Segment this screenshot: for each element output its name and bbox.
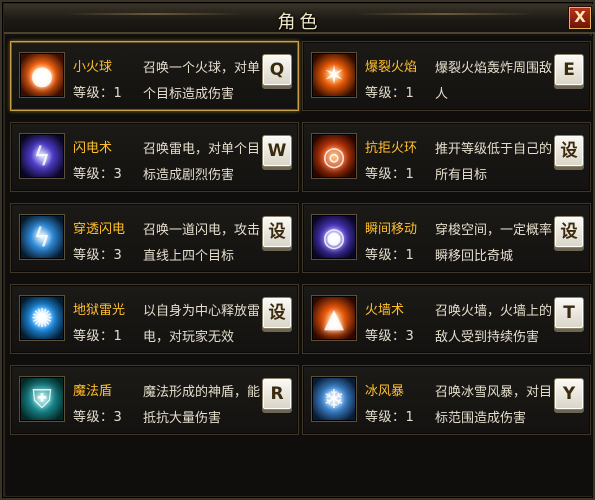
skill-level: 等级：1	[73, 86, 123, 101]
skill-description: 穿梭空间，一定概率 瞬移回比奇城	[435, 218, 553, 266]
skill-level: 等级：3	[73, 248, 123, 263]
icon-glyph: ⛨	[32, 385, 52, 415]
skill-level: 等级：1	[365, 86, 415, 101]
teleport-icon[interactable]: ◉	[311, 214, 357, 260]
skill-description-line: 电，对玩家无效	[143, 330, 235, 345]
skill-description-line: 直线上四个目标	[143, 249, 235, 264]
hotkey-button[interactable]: 设	[262, 216, 292, 248]
skill-description-line: 标造成剧烈伤害	[143, 168, 235, 183]
skill-slot[interactable]: ❄ 冰风暴 等级：1 召唤冰雪风暴，对目 标范围造成伤害 Y	[302, 365, 591, 435]
skill-name: 抗拒火环	[365, 141, 418, 156]
skill-name: 小火球	[73, 60, 113, 75]
icon-glyph: ϟ	[33, 142, 51, 172]
skill-description: 召唤火墙，火墙上的 敌人受到持续伤害	[435, 299, 553, 347]
icon-glyph: ◉	[322, 223, 346, 253]
skill-slot[interactable]: ϟ 穿透闪电 等级：3 召唤一道闪电，攻击 直线上四个目标设	[10, 203, 299, 273]
skill-slot[interactable]: ϟ 闪电术 等级：3 召唤雷电，对单个目 标造成剧烈伤害 W	[10, 122, 299, 192]
magic-shield-icon[interactable]: ⛨	[19, 376, 65, 422]
lightning-icon[interactable]: ϟ	[19, 133, 65, 179]
skill-name: 爆裂火焰	[365, 60, 418, 75]
skill-description-line: 召唤一道闪电，攻击	[143, 223, 261, 238]
skill-level: 等级：1	[73, 329, 123, 344]
skill-name: 地狱雷光	[73, 303, 126, 318]
skill-name: 穿透闪电	[73, 222, 126, 237]
skill-slot[interactable]: ● 小火球 等级：1 召唤一个火球，对单 个目标造成伤害 Q	[10, 41, 299, 111]
skill-description: 以自身为中心释放雷 电，对玩家无效	[143, 299, 261, 347]
hotkey-button[interactable]: 设	[262, 297, 292, 329]
skill-name: 火墙术	[365, 303, 405, 318]
skill-description-line: 召唤冰雪风暴，对目	[435, 385, 553, 400]
skill-description: 召唤一道闪电，攻击 直线上四个目标	[143, 218, 261, 266]
hotkey-button[interactable]: W	[262, 135, 292, 167]
hotkey-button[interactable]: 设	[554, 216, 584, 248]
skill-slot[interactable]: ✶ 爆裂火焰 等级：1 爆裂火焰轰炸周围敌人 E	[302, 41, 591, 111]
skill-level: 等级：3	[365, 329, 415, 344]
fireball-icon[interactable]: ●	[19, 52, 65, 98]
penetrating-lightning-icon[interactable]: ϟ	[19, 214, 65, 260]
skill-name: 冰风暴	[365, 384, 405, 399]
skill-description-line: 抵抗大量伤害	[143, 411, 222, 426]
fire-wall-icon[interactable]: ▲	[311, 295, 357, 341]
skill-description-line: 召唤雷电，对单个目	[143, 142, 261, 157]
skill-level: 等级：3	[73, 167, 123, 182]
skill-description-line: 召唤一个火球，对单	[143, 61, 261, 76]
skill-description-line: 标范围造成伤害	[435, 411, 527, 426]
skill-slot[interactable]: ◉ 瞬间移动 等级：1 穿梭空间，一定概率 瞬移回比奇城设	[302, 203, 591, 273]
skill-description-line: 人	[435, 87, 449, 102]
skill-description-line: 所有目标	[435, 168, 488, 183]
icon-glyph: ▲	[324, 304, 344, 334]
hotkey-button[interactable]: T	[554, 297, 584, 329]
skill-slot[interactable]: ⛨ 魔法盾 等级：3 魔法形成的神盾，能 抵抗大量伤害 R	[10, 365, 299, 435]
skill-level: 等级：3	[73, 410, 123, 425]
window-title: 角色	[277, 12, 322, 33]
skill-slot[interactable]: ◎ 抗拒火环 等级：1 推开等级低于自己的 所有目标设	[302, 122, 591, 192]
ice-storm-icon[interactable]: ❄	[311, 376, 357, 422]
skill-description-line: 瞬移回比奇城	[435, 249, 514, 264]
skills-panel: ● 小火球 等级：1 召唤一个火球，对单 个目标造成伤害 Q ✶ 爆裂火焰 等级：1 爆裂火焰轰炸…	[6, 36, 593, 496]
skill-slot[interactable]: ✺ 地狱雷光 等级：1 以自身为中心释放雷 电，对玩家无效设	[10, 284, 299, 354]
skill-description: 召唤冰雪风暴，对目 标范围造成伤害	[435, 380, 553, 428]
skill-description-line: 爆裂火焰轰炸周围敌	[435, 61, 553, 76]
hotkey-button[interactable]: R	[262, 378, 292, 410]
skill-description: 召唤一个火球，对单 个目标造成伤害	[143, 56, 261, 104]
hell-thunder-icon[interactable]: ✺	[19, 295, 65, 341]
skill-name: 瞬间移动	[365, 222, 418, 237]
hotkey-button[interactable]: Q	[262, 54, 292, 86]
skill-name: 闪电术	[73, 141, 113, 156]
explosive-flame-icon[interactable]: ✶	[311, 52, 357, 98]
skill-description-line: 穿梭空间，一定概率	[435, 223, 553, 238]
skills-window: 角色 X ● 小火球 等级：1 召唤一个火球，对单 个目标造成伤害 Q ✶ 爆裂火焰 等级：1 爆…	[0, 0, 595, 500]
icon-glyph: ❄	[323, 385, 345, 415]
skill-level: 等级：1	[365, 248, 415, 263]
skill-description-line: 个目标造成伤害	[143, 87, 235, 102]
icon-glyph: ✺	[31, 304, 53, 334]
hotkey-button[interactable]: 设	[554, 135, 584, 167]
icon-glyph: ✶	[323, 61, 345, 91]
skill-level: 等级：1	[365, 167, 415, 182]
skill-description: 召唤雷电，对单个目 标造成剧烈伤害	[143, 137, 261, 185]
skill-description: 推开等级低于自己的 所有目标	[435, 137, 553, 185]
skill-level: 等级：1	[365, 410, 415, 425]
skill-description-line: 推开等级低于自己的	[435, 142, 553, 157]
skill-slot[interactable]: ▲ 火墙术 等级：3 召唤火墙，火墙上的 敌人受到持续伤害 T	[302, 284, 591, 354]
skill-description-line: 敌人受到持续伤害	[435, 330, 540, 345]
hotkey-button[interactable]: Y	[554, 378, 584, 410]
skill-description-line: 以自身为中心释放雷	[143, 304, 261, 319]
skill-description: 魔法形成的神盾，能 抵抗大量伤害	[143, 380, 261, 428]
skill-name: 魔法盾	[73, 384, 113, 399]
icon-glyph: ●	[30, 61, 54, 91]
icon-glyph: ϟ	[33, 223, 51, 253]
title-bar[interactable]: 角色 X	[4, 4, 595, 34]
repel-fire-ring-icon[interactable]: ◎	[311, 133, 357, 179]
skill-description: 爆裂火焰轰炸周围敌人	[435, 56, 553, 104]
close-button[interactable]: X	[569, 7, 591, 29]
hotkey-button[interactable]: E	[554, 54, 584, 86]
skill-description-line: 召唤火墙，火墙上的	[435, 304, 553, 319]
icon-glyph: ◎	[322, 142, 346, 172]
skill-description-line: 魔法形成的神盾，能	[143, 385, 261, 400]
